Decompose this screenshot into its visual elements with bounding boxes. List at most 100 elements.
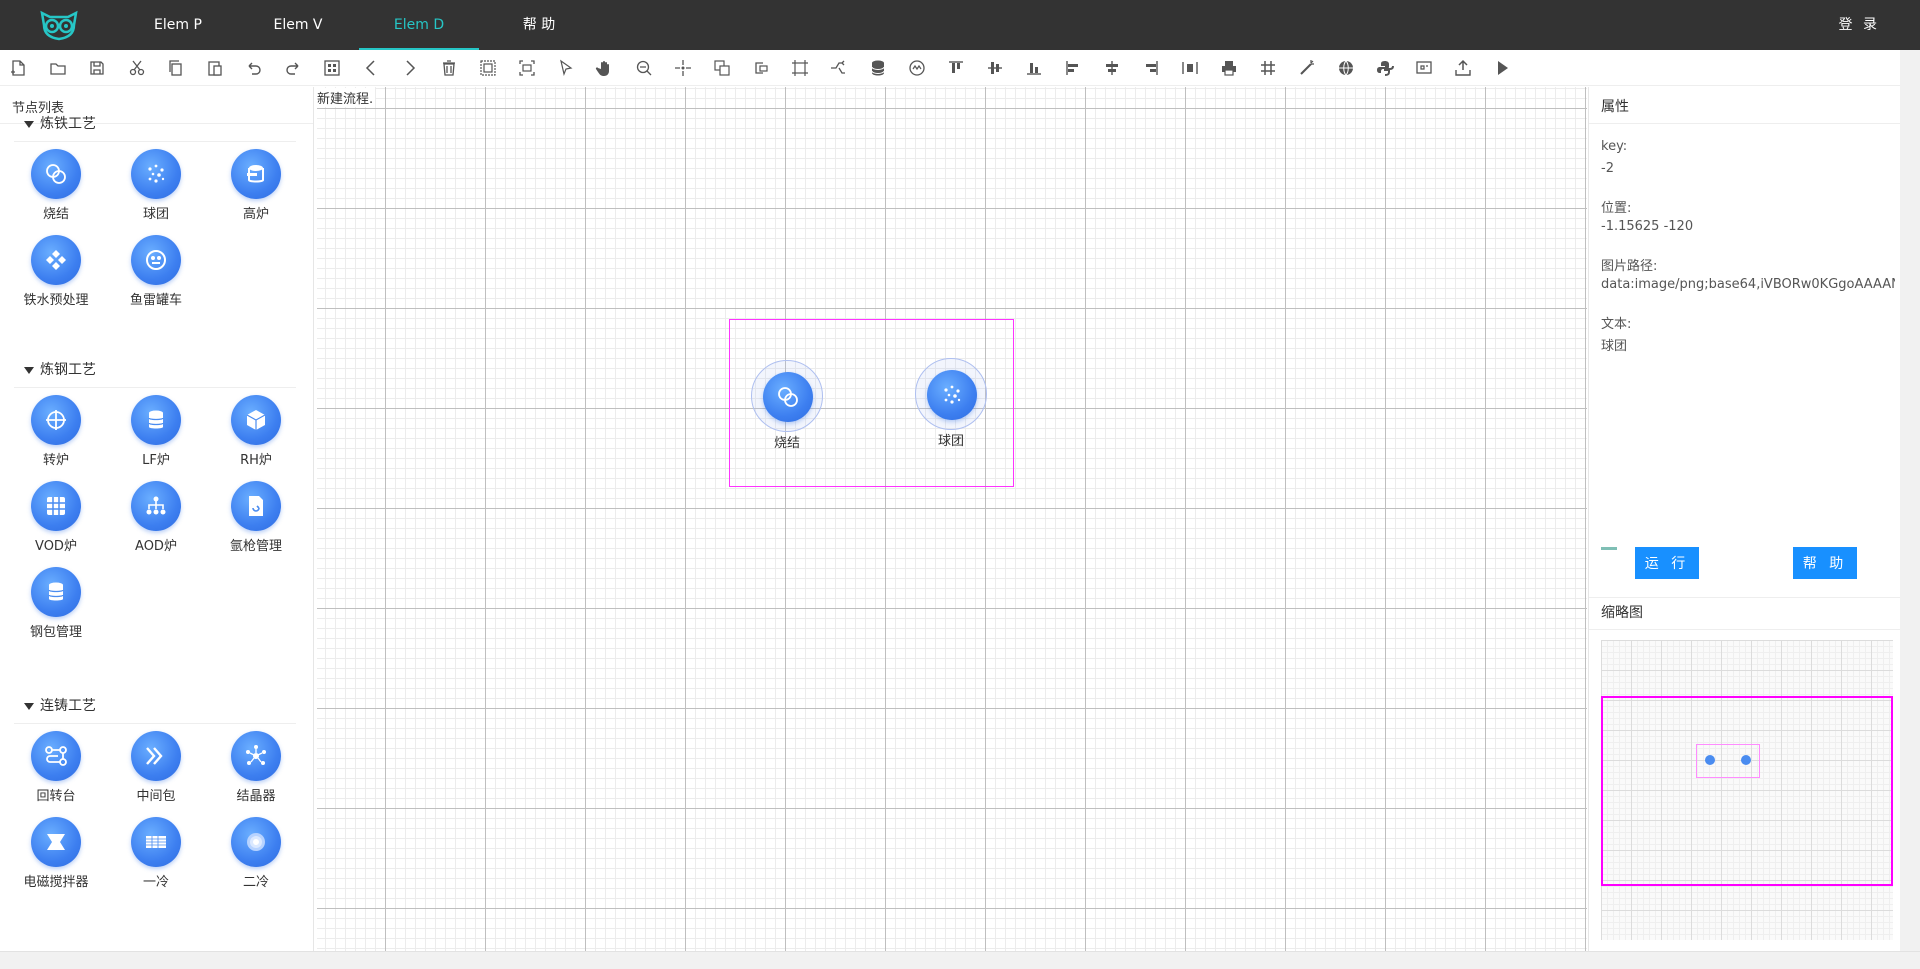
palette-node-label: 电磁搅拌器 bbox=[23, 875, 89, 890]
resize-handle[interactable] bbox=[1601, 547, 1617, 550]
database-icon[interactable] bbox=[868, 58, 888, 78]
palette-node[interactable]: 电磁搅拌器 bbox=[6, 817, 106, 897]
aod-furnace-icon bbox=[131, 481, 181, 531]
prop-position-label: 位置: bbox=[1601, 201, 1632, 216]
minimap[interactable] bbox=[1601, 640, 1893, 940]
em-stirrer-icon bbox=[31, 817, 81, 867]
prop-position-value[interactable]: -1.15625 -120 bbox=[1601, 219, 1895, 234]
canvas-node-label: 球团 bbox=[937, 434, 964, 449]
palette-node[interactable]: 球团 bbox=[106, 149, 206, 229]
align-center-icon[interactable] bbox=[1102, 58, 1122, 78]
new-file-icon[interactable] bbox=[8, 58, 28, 78]
category-name: 炼铁工艺 bbox=[40, 116, 96, 132]
login-button[interactable]: 登 录 bbox=[1839, 0, 1880, 50]
owl-logo-icon[interactable] bbox=[38, 9, 80, 41]
vod-furnace-icon bbox=[31, 481, 81, 531]
palette-node[interactable]: 中间包 bbox=[106, 731, 206, 811]
copy-icon[interactable] bbox=[166, 58, 186, 78]
prop-key-value[interactable]: -2 bbox=[1601, 161, 1895, 176]
hand-icon[interactable] bbox=[595, 58, 615, 78]
palette-node[interactable]: VOD炉 bbox=[6, 481, 106, 561]
palette-node[interactable]: AOD炉 bbox=[106, 481, 206, 561]
group-icon[interactable] bbox=[478, 58, 498, 78]
canvas-node-pellet[interactable]: 球团 bbox=[911, 358, 991, 449]
prop-text-value[interactable]: 球团 bbox=[1601, 335, 1895, 354]
hot-metal-pretreat-icon bbox=[31, 235, 81, 285]
palette-node[interactable]: 氩枪管理 bbox=[206, 481, 306, 561]
print-icon[interactable] bbox=[1219, 58, 1239, 78]
export-icon[interactable] bbox=[1453, 58, 1473, 78]
run-icon[interactable] bbox=[1492, 58, 1512, 78]
save-icon[interactable] bbox=[87, 58, 107, 78]
palette-node-label: 球团 bbox=[142, 207, 169, 222]
sinter-icon bbox=[763, 372, 813, 422]
select-all-icon[interactable] bbox=[322, 58, 342, 78]
delete-icon[interactable] bbox=[439, 58, 459, 78]
palette-node[interactable]: 鱼雷罐车 bbox=[106, 235, 206, 315]
nav-item-elem-v[interactable]: Elem V bbox=[238, 0, 358, 50]
chevron-right-icon[interactable] bbox=[400, 58, 420, 78]
center-icon[interactable] bbox=[673, 58, 693, 78]
diagram-canvas[interactable]: 新建流程. 烧结 球团 bbox=[317, 87, 1587, 951]
page-scrollbar-vertical[interactable] bbox=[1900, 50, 1920, 951]
palette-node[interactable]: 高炉 bbox=[206, 149, 306, 229]
align-bottom-icon[interactable] bbox=[1024, 58, 1044, 78]
ungroup-icon[interactable] bbox=[517, 58, 537, 78]
nav-item-elem-d[interactable]: Elem D bbox=[359, 0, 479, 50]
nav-item-help[interactable]: 帮 助 bbox=[479, 0, 599, 50]
caret-down-icon bbox=[24, 366, 34, 374]
divider bbox=[1589, 597, 1901, 598]
chevron-left-icon[interactable] bbox=[361, 58, 381, 78]
palette-node[interactable]: 二冷 bbox=[206, 817, 306, 897]
minimap-node bbox=[1741, 755, 1751, 765]
category-header[interactable]: 炼铁工艺 bbox=[24, 113, 96, 133]
send-back-icon[interactable] bbox=[751, 58, 771, 78]
paste-icon[interactable] bbox=[205, 58, 225, 78]
redo-icon[interactable] bbox=[283, 58, 303, 78]
prop-image-path-value[interactable]: data:image/png;base64,iVBORw0KGgoAAAANS bbox=[1601, 277, 1895, 292]
page-scrollbar-horizontal[interactable] bbox=[0, 951, 1920, 969]
magic-icon[interactable] bbox=[1297, 58, 1317, 78]
category-header[interactable]: 炼钢工艺 bbox=[24, 359, 96, 379]
palette-node[interactable]: 钢包管理 bbox=[6, 567, 106, 647]
align-left-icon[interactable] bbox=[1063, 58, 1083, 78]
palette-node[interactable]: 烧结 bbox=[6, 149, 106, 229]
zoom-fit-icon[interactable] bbox=[634, 58, 654, 78]
link-icon[interactable] bbox=[829, 58, 849, 78]
grid-icon[interactable] bbox=[1258, 58, 1278, 78]
screen-icon[interactable] bbox=[1414, 58, 1434, 78]
prop-text-label: 文本: bbox=[1601, 317, 1632, 332]
help-button[interactable]: 帮 助 bbox=[1793, 547, 1857, 579]
align-right-icon[interactable] bbox=[1141, 58, 1161, 78]
globe-icon[interactable] bbox=[1336, 58, 1356, 78]
layout-icon[interactable] bbox=[907, 58, 927, 78]
python-icon[interactable] bbox=[1375, 58, 1395, 78]
cut-icon[interactable] bbox=[127, 58, 147, 78]
blast-furnace-icon bbox=[231, 149, 281, 199]
palette-node[interactable]: LF炉 bbox=[106, 395, 206, 475]
palette-node[interactable]: 结晶器 bbox=[206, 731, 306, 811]
align-top-icon[interactable] bbox=[946, 58, 966, 78]
palette-node[interactable]: RH炉 bbox=[206, 395, 306, 475]
align-middle-icon[interactable] bbox=[985, 58, 1005, 78]
minimap-selection bbox=[1696, 744, 1760, 778]
palette-node[interactable]: 铁水预处理 bbox=[6, 235, 106, 315]
palette-node[interactable]: 转炉 bbox=[6, 395, 106, 475]
canvas-node-label: 烧结 bbox=[773, 436, 800, 451]
run-button[interactable]: 运 行 bbox=[1635, 547, 1699, 579]
minimap-node bbox=[1705, 755, 1715, 765]
pointer-icon[interactable] bbox=[556, 58, 576, 78]
distribute-h-icon[interactable] bbox=[1180, 58, 1200, 78]
open-file-icon[interactable] bbox=[48, 58, 68, 78]
palette-node[interactable]: 一冷 bbox=[106, 817, 206, 897]
nav-item-elem-p[interactable]: Elem P bbox=[118, 0, 238, 50]
palette-node-label: 转炉 bbox=[42, 453, 69, 468]
bring-front-icon[interactable] bbox=[712, 58, 732, 78]
undo-icon[interactable] bbox=[244, 58, 264, 78]
category-header[interactable]: 连铸工艺 bbox=[24, 695, 96, 715]
canvas-node-sinter[interactable]: 烧结 bbox=[747, 360, 827, 451]
resize-icon[interactable] bbox=[790, 58, 810, 78]
palette-node[interactable]: 回转台 bbox=[6, 731, 106, 811]
minimap-viewport[interactable] bbox=[1601, 696, 1893, 886]
palette-scrollbar[interactable] bbox=[313, 87, 314, 497]
